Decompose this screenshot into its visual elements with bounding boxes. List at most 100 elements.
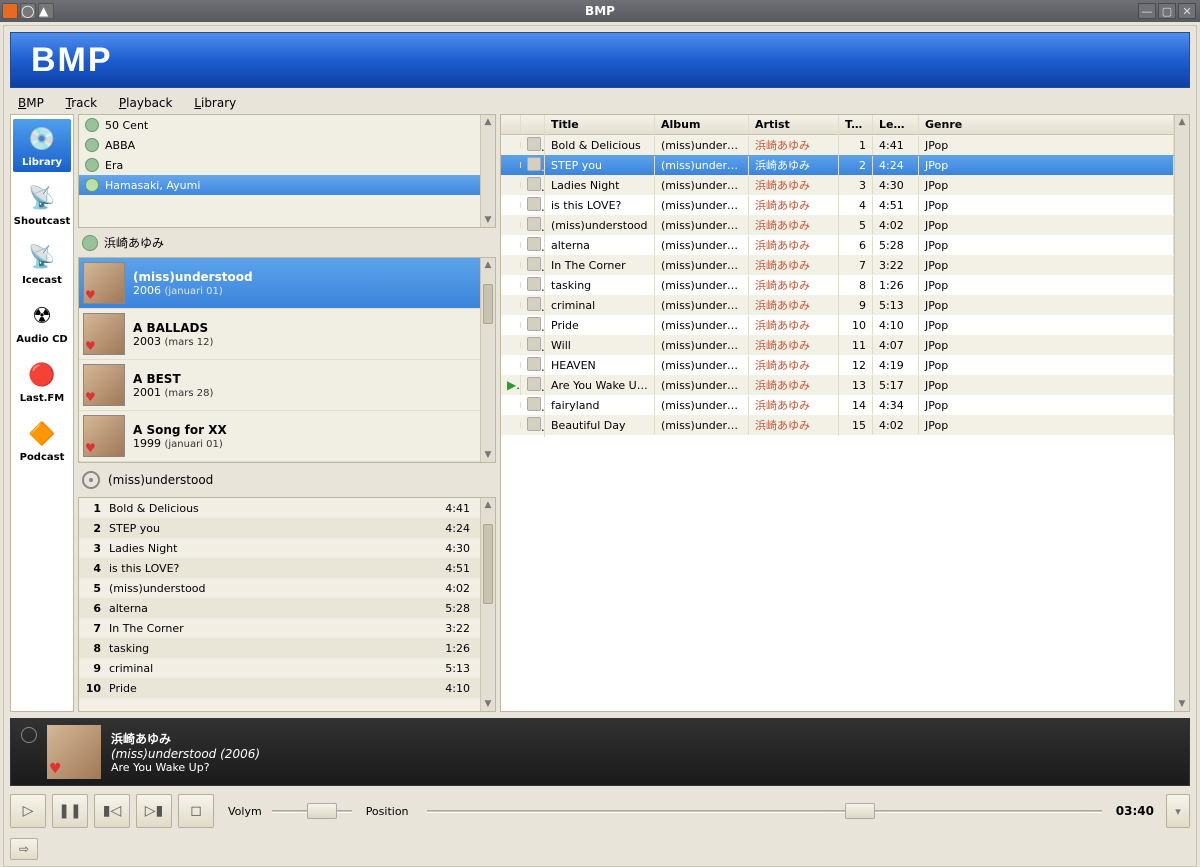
- cell-artist: 浜崎あゆみ: [749, 174, 839, 196]
- table-row[interactable]: tasking (miss)understood 浜崎あゆみ 8 1:26 JP…: [501, 275, 1174, 295]
- table-row[interactable]: Bold & Delicious (miss)understood 浜崎あゆみ …: [501, 135, 1174, 155]
- table-row[interactable]: Pride (miss)understood 浜崎あゆみ 10 4:10 JPo…: [501, 315, 1174, 335]
- table-row[interactable]: ▶ Are You Wake Up? (miss)understood 浜崎あゆ…: [501, 375, 1174, 395]
- track-name: tasking: [109, 642, 445, 655]
- table-row[interactable]: Ladies Night (miss)understood 浜崎あゆみ 3 4:…: [501, 175, 1174, 195]
- sidebar-item-label: Icecast: [22, 275, 62, 286]
- window-titlebar: ◯ ▲ BMP — ▢ ✕: [0, 0, 1200, 22]
- playing-indicator: [501, 402, 521, 408]
- table-row[interactable]: STEP you (miss)understood 浜崎あゆみ 2 4:24 J…: [501, 155, 1174, 175]
- next-button[interactable]: ▷▮: [136, 794, 172, 828]
- cell-album: (miss)understood: [655, 376, 749, 395]
- album-track-row[interactable]: 8 tasking 1:26: [79, 638, 480, 658]
- table-row[interactable]: fairyland (miss)understood 浜崎あゆみ 14 4:34…: [501, 395, 1174, 415]
- play-button[interactable]: ▷: [10, 794, 46, 828]
- table-row[interactable]: is this LOVE? (miss)understood 浜崎あゆみ 4 4…: [501, 195, 1174, 215]
- album-track-row[interactable]: 5 (miss)understood 4:02: [79, 578, 480, 598]
- artist-row[interactable]: Hamasaki, Ayumi: [79, 175, 480, 195]
- track-length: 4:30: [445, 542, 470, 555]
- cell-length: 4:02: [873, 216, 919, 235]
- col-title[interactable]: Title: [545, 115, 655, 134]
- sidebar-item-library[interactable]: 💿Library: [13, 119, 71, 172]
- scrollbar[interactable]: ▲▼: [480, 115, 495, 227]
- col-album[interactable]: Album: [655, 115, 749, 134]
- album-track-row[interactable]: 10 Pride 4:10: [79, 678, 480, 698]
- now-playing-album: (miss)understood (2006): [111, 747, 260, 761]
- album-track-row[interactable]: 6 alterna 5:28: [79, 598, 480, 618]
- table-row[interactable]: HEAVEN (miss)understood 浜崎あゆみ 12 4:19 JP…: [501, 355, 1174, 375]
- window-title: BMP: [585, 4, 615, 18]
- position-slider[interactable]: [427, 805, 1102, 817]
- album-track-row[interactable]: 1 Bold & Delicious 4:41: [79, 498, 480, 518]
- album-track-row[interactable]: 2 STEP you 4:24: [79, 518, 480, 538]
- col-genre[interactable]: Genre: [919, 115, 1174, 134]
- col-track[interactable]: Track: [839, 115, 873, 134]
- track-number: 3: [85, 542, 109, 555]
- artist-row[interactable]: ABBA: [79, 135, 480, 155]
- track-icon: [521, 414, 545, 437]
- cell-genre: JPop: [919, 196, 1174, 215]
- menu-track[interactable]: Track: [66, 96, 97, 110]
- track-table-panel: Title Album Artist Track Length Genre Bo…: [500, 114, 1190, 712]
- stop-button[interactable]: ◻: [178, 794, 214, 828]
- table-row[interactable]: In The Corner (miss)understood 浜崎あゆみ 7 3…: [501, 255, 1174, 275]
- album-track-row[interactable]: 9 criminal 5:13: [79, 658, 480, 678]
- minimize-button[interactable]: —: [1138, 3, 1156, 19]
- sidebar-item-lastfm[interactable]: 🔴Last.FM: [13, 355, 71, 408]
- cell-artist: 浜崎あゆみ: [749, 274, 839, 296]
- artist-name: 50 Cent: [105, 119, 148, 132]
- menu-library[interactable]: Library: [194, 96, 236, 110]
- col-artist[interactable]: Artist: [749, 115, 839, 134]
- shoutcast-icon: 📡: [26, 182, 58, 214]
- scrollbar[interactable]: ▲▼: [1174, 115, 1189, 711]
- album-row[interactable]: (miss)understood 2006 (januari 01): [79, 258, 480, 309]
- table-row[interactable]: Beautiful Day (miss)understood 浜崎あゆみ 15 …: [501, 415, 1174, 435]
- album-header-label: (miss)understood: [108, 473, 213, 487]
- sidebar-item-podcast[interactable]: 🔶Podcast: [13, 414, 71, 467]
- now-playing-track: Are You Wake Up?: [111, 761, 260, 774]
- sidebar-item-shoutcast[interactable]: 📡Shoutcast: [13, 178, 71, 231]
- album-row[interactable]: A BALLADS 2003 (mars 12): [79, 309, 480, 360]
- volume-slider[interactable]: [272, 805, 352, 817]
- sidebar-item-audiocd[interactable]: ☢Audio CD: [13, 296, 71, 349]
- playing-indicator: [501, 202, 521, 208]
- table-row[interactable]: (miss)understood (miss)understood 浜崎あゆみ …: [501, 215, 1174, 235]
- cell-title: criminal: [545, 296, 655, 315]
- titlebar-btn-1[interactable]: ◯: [20, 3, 36, 19]
- table-row[interactable]: Will (miss)understood 浜崎あゆみ 11 4:07 JPop: [501, 335, 1174, 355]
- cell-genre: JPop: [919, 176, 1174, 195]
- artist-row[interactable]: 50 Cent: [79, 115, 480, 135]
- scrollbar[interactable]: ▲▼: [480, 258, 495, 462]
- table-row[interactable]: alterna (miss)understood 浜崎あゆみ 6 5:28 JP…: [501, 235, 1174, 255]
- album-title: A BEST: [133, 372, 213, 386]
- cell-album: (miss)understood: [655, 316, 749, 335]
- album-track-row[interactable]: 7 In The Corner 3:22: [79, 618, 480, 638]
- cell-length: 4:02: [873, 416, 919, 435]
- table-row[interactable]: criminal (miss)understood 浜崎あゆみ 9 5:13 J…: [501, 295, 1174, 315]
- volume-label: Volym: [228, 805, 262, 818]
- album-track-row[interactable]: 4 is this LOVE? 4:51: [79, 558, 480, 578]
- maximize-button[interactable]: ▢: [1158, 3, 1176, 19]
- titlebar-btn-2[interactable]: ▲: [38, 3, 54, 19]
- pause-button[interactable]: ❚❚: [52, 794, 88, 828]
- close-button[interactable]: ✕: [1178, 3, 1196, 19]
- options-menu-button[interactable]: ▾: [1166, 794, 1190, 828]
- app-icon: [2, 3, 18, 19]
- track-name: In The Corner: [109, 622, 445, 635]
- prev-button[interactable]: ▮◁: [94, 794, 130, 828]
- sidebar-item-icecast[interactable]: 📡Icecast: [13, 237, 71, 290]
- artist-row[interactable]: Era: [79, 155, 480, 175]
- cell-track: 15: [839, 416, 873, 435]
- expand-button[interactable]: ⇨: [10, 838, 38, 860]
- disc-icon: [82, 471, 100, 489]
- album-track-row[interactable]: 3 Ladies Night 4:30: [79, 538, 480, 558]
- album-title: (miss)understood: [133, 270, 253, 284]
- menu-playback[interactable]: Playback: [119, 96, 173, 110]
- album-row[interactable]: A Song for XX 1999 (januari 01): [79, 411, 480, 462]
- col-length[interactable]: Length: [873, 115, 919, 134]
- track-number: 4: [85, 562, 109, 575]
- disc-icon: [21, 727, 37, 743]
- album-row[interactable]: A BEST 2001 (mars 28): [79, 360, 480, 411]
- scrollbar[interactable]: ▲▼: [480, 498, 495, 711]
- menu-bmp[interactable]: BMP: [18, 96, 44, 110]
